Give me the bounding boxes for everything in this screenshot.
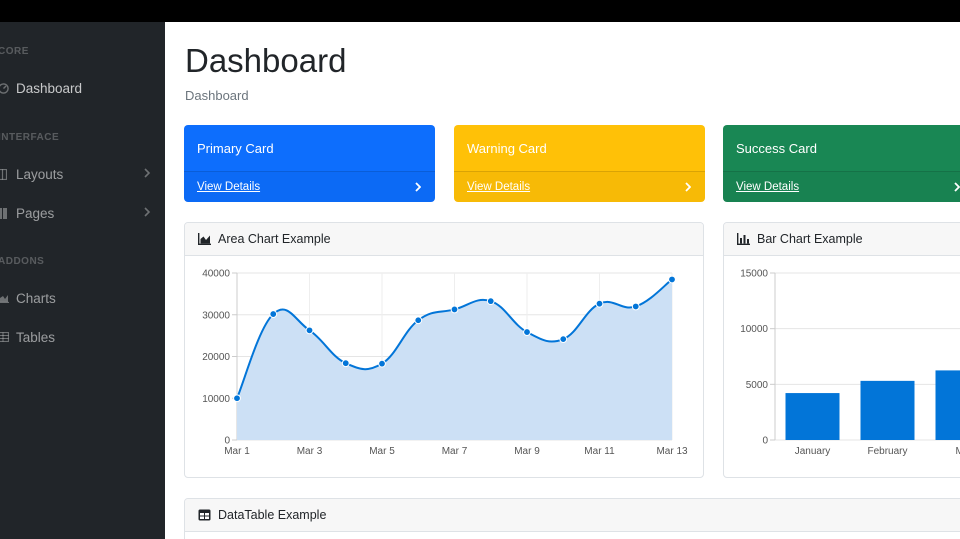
tachometer-icon <box>0 82 12 94</box>
bar[interactable] <box>785 393 840 440</box>
sidebar-heading-core: CORE <box>0 46 29 57</box>
x-tick-label: January <box>795 446 831 457</box>
sidebar-heading-interface: INTERFACE <box>0 132 60 143</box>
view-details-link[interactable]: View Details <box>736 181 799 193</box>
primary-card: Primary Card View Details <box>184 125 435 202</box>
data-point[interactable] <box>523 328 531 336</box>
breadcrumb: Dashboard <box>185 88 249 103</box>
data-point[interactable] <box>450 305 459 314</box>
y-tick-label: 10000 <box>202 394 230 405</box>
chart-bar-icon <box>737 233 750 245</box>
x-tick-label: Mar 9 <box>514 446 540 457</box>
data-point[interactable] <box>486 297 495 306</box>
card-title: Area Chart Example <box>218 232 331 246</box>
success-card: Success Card View Details <box>723 125 960 202</box>
y-tick-label: 30000 <box>202 310 230 321</box>
data-point[interactable] <box>631 302 640 311</box>
y-tick-label: 20000 <box>202 352 230 363</box>
columns-icon <box>0 168 12 180</box>
card-header: Area Chart Example <box>185 223 703 256</box>
area-chart: 40000 30000 20000 10000 0Mar 1 Mar 3 Mar 5 Mar … <box>202 269 688 458</box>
x-tick-label: Mar 7 <box>442 446 468 457</box>
data-point[interactable] <box>668 275 676 284</box>
y-tick-label: 0 <box>224 436 230 447</box>
x-tick-label: Ma <box>956 446 960 457</box>
data-point[interactable] <box>378 359 386 368</box>
card-title: Bar Chart Example <box>757 232 863 246</box>
sidebar-item-label: Charts <box>16 290 56 306</box>
card-footer: View Details <box>454 171 705 202</box>
card-title: Success Card <box>736 141 817 156</box>
chevron-right-icon <box>954 182 960 192</box>
x-tick-label: Mar 3 <box>297 446 323 457</box>
sidebar-item-label: Tables <box>16 329 56 345</box>
x-tick-label: Mar 1 <box>224 446 250 457</box>
y-tick-label: 0 <box>762 436 768 447</box>
card-footer: View Details <box>723 171 960 202</box>
data-point[interactable] <box>305 326 314 335</box>
sidebar-item-layouts[interactable]: Layouts <box>0 161 165 187</box>
card-title: DataTable Example <box>218 508 327 522</box>
sidebar-item-label: Layouts <box>16 166 64 182</box>
data-point[interactable] <box>269 310 278 318</box>
sidebar-item-charts[interactable]: Charts <box>0 285 165 311</box>
sidebar-item-pages[interactable]: Pages <box>0 200 165 226</box>
view-details-link[interactable]: View Details <box>467 181 530 193</box>
card-title: Primary Card <box>197 141 274 156</box>
sidebar-item-dashboard[interactable]: Dashboard <box>0 75 165 101</box>
sidebar-heading-addons: ADDONS <box>0 256 45 267</box>
y-tick-label: 5000 <box>746 380 769 391</box>
data-point[interactable] <box>341 359 350 368</box>
sidebar-item-label: Pages <box>16 205 55 221</box>
table-icon <box>0 332 12 342</box>
book-icon <box>0 207 12 219</box>
data-point[interactable] <box>233 394 241 403</box>
page-title: Dashboard <box>185 42 347 79</box>
chevron-right-icon <box>144 168 151 178</box>
sidebar-item-tables[interactable]: Tables <box>0 324 165 350</box>
bar[interactable] <box>935 370 960 440</box>
data-point[interactable] <box>414 316 423 325</box>
bar-chart: 15000 10000 5000 0 January February Ma <box>740 269 960 457</box>
data-point[interactable] <box>559 335 568 344</box>
main-content: Dashboard Dashboard Primary Card View De… <box>165 22 960 539</box>
y-tick-label: 15000 <box>740 269 768 280</box>
chart-area-icon <box>0 293 12 303</box>
bar[interactable] <box>860 380 915 440</box>
chevron-right-icon <box>415 182 421 192</box>
browser-top-bar <box>0 0 960 22</box>
datatable-card: DataTable Example <box>184 498 960 539</box>
chart-area-icon <box>198 233 211 245</box>
area-chart-card: Area Chart Example 40000 30000 20000 10000 0… <box>184 222 704 478</box>
card-header: DataTable Example <box>185 499 960 532</box>
data-point[interactable] <box>595 299 604 308</box>
bar-chart-card: Bar Chart Example 15000 10000 5000 0 January… <box>723 222 960 478</box>
warning-card: Warning Card View Details <box>454 125 705 202</box>
view-details-link[interactable]: View Details <box>197 181 260 193</box>
chevron-right-icon <box>144 207 151 217</box>
card-footer: View Details <box>184 171 435 202</box>
y-tick-label: 40000 <box>202 269 230 280</box>
card-title: Warning Card <box>467 141 547 156</box>
card-header: Bar Chart Example <box>724 223 960 256</box>
x-tick-label: Mar 5 <box>369 446 395 457</box>
x-tick-label: Mar 11 <box>584 446 615 457</box>
sidebar-item-label: Dashboard <box>16 80 83 96</box>
y-tick-label: 10000 <box>740 324 768 335</box>
table-icon <box>198 509 211 521</box>
sidebar: CORE Dashboard INTERFACE Layouts Pages A… <box>0 22 165 539</box>
x-tick-label: February <box>867 446 907 457</box>
chevron-right-icon <box>685 182 691 192</box>
x-tick-label: Mar 13 <box>656 446 688 457</box>
